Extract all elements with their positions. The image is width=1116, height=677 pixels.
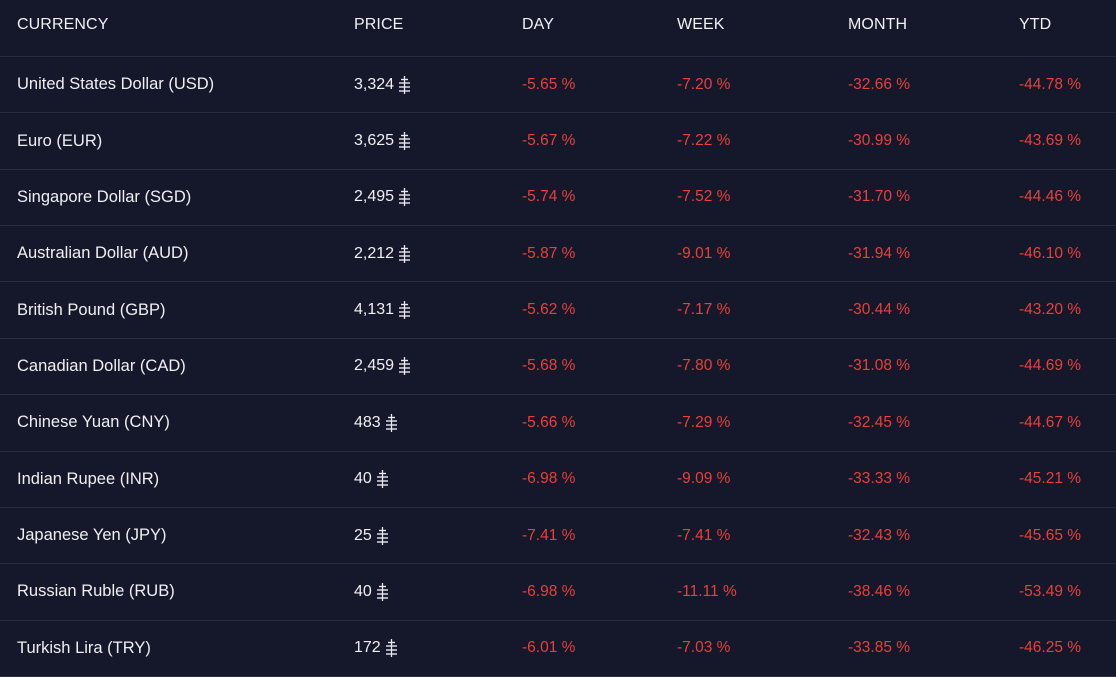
column-header-week[interactable]: WEEK — [677, 0, 725, 56]
currency-name: Japanese Yen (JPY) — [17, 526, 167, 545]
table-row[interactable]: Indian Rupee (INR) 40 -6.98 % -9.09 % -3… — [0, 452, 1116, 508]
currency-symbol-icon — [398, 300, 411, 320]
table-row[interactable]: Turkish Lira (TRY) 172 -6.01 % -7.03 % -… — [0, 621, 1116, 677]
currency-price: 3,625 — [354, 132, 395, 150]
change-day: -6.98 % — [522, 582, 576, 600]
currency-name: British Pound (GBP) — [17, 300, 166, 319]
change-day: -6.98 % — [522, 470, 576, 488]
change-week: -7.20 % — [677, 75, 731, 93]
change-month: -33.33 % — [848, 470, 911, 488]
currency-symbol-icon — [398, 244, 411, 264]
change-month: -33.85 % — [848, 639, 911, 657]
change-week: -7.03 % — [677, 639, 731, 657]
change-week: -9.01 % — [677, 244, 731, 262]
change-ytd: -44.46 % — [1019, 188, 1082, 206]
currency-table: CURRENCY PRICE DAY WEEK MONTH YTD United… — [0, 0, 1116, 677]
column-header-currency[interactable]: CURRENCY — [17, 0, 108, 56]
change-ytd: -44.67 % — [1019, 413, 1082, 431]
change-month: -30.44 % — [848, 301, 911, 319]
change-ytd: -44.69 % — [1019, 357, 1082, 375]
change-day: -5.87 % — [522, 244, 576, 262]
table-row[interactable]: Singapore Dollar (SGD) 2,495 -5.74 % -7.… — [0, 170, 1116, 227]
change-ytd: -45.21 % — [1019, 470, 1082, 488]
currency-symbol-icon — [398, 131, 411, 151]
currency-name: United States Dollar (USD) — [17, 75, 215, 94]
currency-name: Euro (EUR) — [17, 131, 103, 150]
column-header-ytd[interactable]: YTD — [1019, 0, 1051, 56]
currency-name: Chinese Yuan (CNY) — [17, 413, 170, 432]
table-row[interactable]: Japanese Yen (JPY) 25 -7.41 % -7.41 % -3… — [0, 508, 1116, 565]
currency-price: 483 — [354, 413, 381, 431]
change-ytd: -53.49 % — [1019, 582, 1082, 600]
currency-symbol-icon — [398, 356, 411, 376]
table-header: CURRENCY PRICE DAY WEEK MONTH YTD — [0, 0, 1116, 57]
currency-name: Turkish Lira (TRY) — [17, 638, 151, 657]
currency-price: 40 — [354, 470, 372, 488]
currency-name: Canadian Dollar (CAD) — [17, 356, 186, 375]
change-month: -31.70 % — [848, 188, 911, 206]
change-month: -31.08 % — [848, 357, 911, 375]
currency-symbol-icon — [398, 75, 411, 95]
change-month: -32.43 % — [848, 526, 911, 544]
currency-symbol-icon — [385, 413, 398, 433]
currency-price: 40 — [354, 582, 372, 600]
change-week: -7.80 % — [677, 357, 731, 375]
change-ytd: -44.78 % — [1019, 75, 1082, 93]
column-header-month[interactable]: MONTH — [848, 0, 907, 56]
currency-name: Russian Ruble (RUB) — [17, 582, 175, 601]
change-day: -5.74 % — [522, 188, 576, 206]
table-row[interactable]: Chinese Yuan (CNY) 483 -5.66 % -7.29 % -… — [0, 395, 1116, 452]
change-ytd: -43.69 % — [1019, 132, 1082, 150]
change-day: -5.62 % — [522, 301, 576, 319]
currency-price: 172 — [354, 639, 381, 657]
change-week: -7.17 % — [677, 301, 731, 319]
table-row[interactable]: Euro (EUR) 3,625 -5.67 % -7.22 % -30.99 … — [0, 113, 1116, 170]
currency-symbol-icon — [376, 526, 389, 546]
currency-name: Australian Dollar (AUD) — [17, 244, 189, 263]
change-day: -5.65 % — [522, 75, 576, 93]
currency-symbol-icon — [398, 187, 411, 207]
currency-symbol-icon — [376, 582, 389, 602]
currency-price: 25 — [354, 526, 372, 544]
currency-symbol-icon — [376, 469, 389, 489]
column-header-day[interactable]: DAY — [522, 0, 554, 56]
change-week: -9.09 % — [677, 470, 731, 488]
currency-price: 3,324 — [354, 75, 395, 93]
change-week: -7.52 % — [677, 188, 731, 206]
change-day: -6.01 % — [522, 639, 576, 657]
change-ytd: -46.25 % — [1019, 639, 1082, 657]
change-month: -31.94 % — [848, 244, 911, 262]
currency-price: 2,459 — [354, 357, 395, 375]
table-row[interactable]: British Pound (GBP) 4,131 -5.62 % -7.17 … — [0, 282, 1116, 339]
change-week: -7.22 % — [677, 132, 731, 150]
change-day: -7.41 % — [522, 526, 576, 544]
change-week: -7.29 % — [677, 413, 731, 431]
change-day: -5.66 % — [522, 413, 576, 431]
change-month: -30.99 % — [848, 132, 911, 150]
currency-name: Singapore Dollar (SGD) — [17, 187, 192, 206]
change-day: -5.68 % — [522, 357, 576, 375]
column-header-price[interactable]: PRICE — [354, 0, 403, 56]
table-row[interactable]: Canadian Dollar (CAD) 2,459 -5.68 % -7.8… — [0, 339, 1116, 396]
table-row[interactable]: United States Dollar (USD) 3,324 -5.65 %… — [0, 57, 1116, 114]
change-month: -32.66 % — [848, 75, 911, 93]
change-week: -11.11 % — [677, 582, 737, 600]
change-day: -5.67 % — [522, 132, 576, 150]
currency-symbol-icon — [385, 638, 398, 658]
change-month: -32.45 % — [848, 413, 911, 431]
change-month: -38.46 % — [848, 582, 911, 600]
table-body: United States Dollar (USD) 3,324 -5.65 %… — [0, 57, 1116, 677]
change-ytd: -43.20 % — [1019, 301, 1082, 319]
currency-price: 4,131 — [354, 301, 395, 319]
change-week: -7.41 % — [677, 526, 731, 544]
change-ytd: -46.10 % — [1019, 244, 1082, 262]
table-row[interactable]: Russian Ruble (RUB) 40 -6.98 % -11.11 % … — [0, 564, 1116, 621]
currency-price: 2,212 — [354, 244, 395, 262]
currency-price: 2,495 — [354, 188, 395, 206]
change-ytd: -45.65 % — [1019, 526, 1082, 544]
table-row[interactable]: Australian Dollar (AUD) 2,212 -5.87 % -9… — [0, 226, 1116, 283]
currency-name: Indian Rupee (INR) — [17, 469, 160, 488]
